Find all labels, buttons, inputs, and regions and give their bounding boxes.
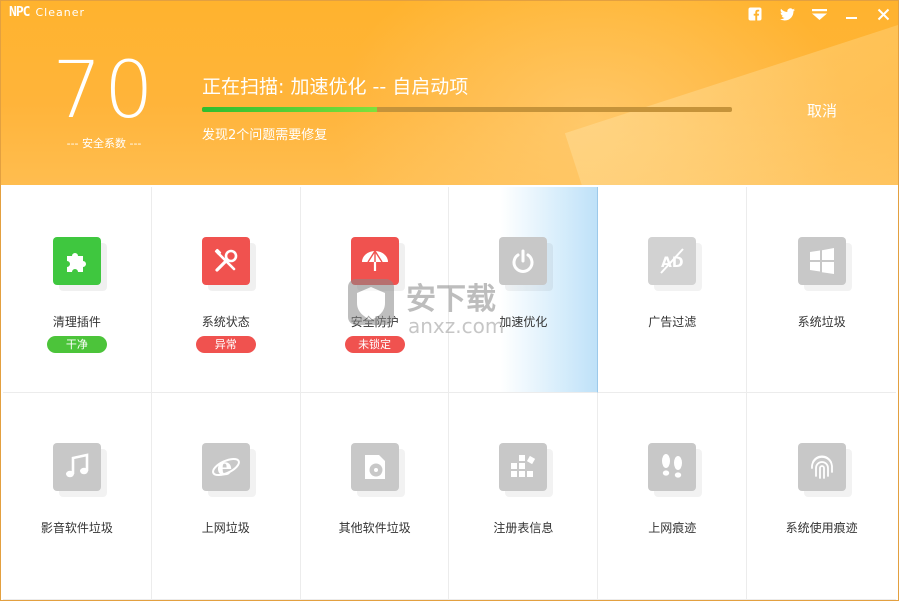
tile-other-software-junk[interactable]: 其他软件垃圾 xyxy=(300,393,450,600)
tile-label: 上网垃圾 xyxy=(201,521,250,535)
status-badge: 干净 xyxy=(46,336,107,353)
tile-label: 系统状态 xyxy=(201,315,250,329)
tile-security-protection[interactable]: 安全防护 未锁定 xyxy=(300,187,450,393)
scan-category-grid: 清理插件 干净 系统状态 异常 安全防护 未锁定 加速优化 AD 广告过滤 系统… xyxy=(3,187,896,600)
tile-clean-plugins[interactable]: 清理插件 干净 xyxy=(3,187,152,393)
disc-icon xyxy=(350,443,399,491)
status-badge: 未锁定 xyxy=(344,336,405,353)
header-banner: NPC Cleaner 70 --- 安全系数 --- 正在扫描: 加速优化 -- xyxy=(1,1,898,185)
scan-progress-fill xyxy=(202,107,377,112)
safety-score: 70 --- 安全系数 --- xyxy=(45,49,163,151)
minimize-icon[interactable] xyxy=(842,5,860,23)
tile-media-software-junk[interactable]: 影音软件垃圾 xyxy=(3,393,152,600)
tile-speed-optimization[interactable]: 加速优化 xyxy=(449,187,599,393)
tile-label: 影音软件垃圾 xyxy=(40,521,113,535)
tile-label: 广告过滤 xyxy=(648,315,697,329)
tile-system-status[interactable]: 系统状态 异常 xyxy=(151,187,301,393)
menu-icon[interactable] xyxy=(810,5,828,23)
tools-icon xyxy=(201,237,250,285)
scan-status-title: 正在扫描: 加速优化 -- 自启动项 xyxy=(202,76,469,98)
logo-mark: NPC xyxy=(9,5,31,20)
windows-icon xyxy=(797,237,846,285)
scan-progress-bar xyxy=(202,107,732,112)
fingerprint-icon xyxy=(797,443,846,491)
browser-icon: e xyxy=(201,443,250,491)
tile-ad-filter[interactable]: AD 广告过滤 xyxy=(598,187,748,393)
tile-label: 系统使用痕迹 xyxy=(785,521,858,535)
tile-registry-info[interactable]: 注册表信息 xyxy=(449,393,599,600)
tile-label: 加速优化 xyxy=(499,315,548,329)
safety-score-label: --- 安全系数 --- xyxy=(66,137,142,150)
umbrella-icon xyxy=(350,237,399,285)
tile-label: 其他软件垃圾 xyxy=(338,521,411,535)
registry-icon xyxy=(499,443,548,491)
twitter-icon[interactable] xyxy=(778,5,796,23)
svg-text:e: e xyxy=(217,453,232,481)
app-logo: NPC Cleaner xyxy=(9,5,85,20)
power-icon xyxy=(499,237,548,285)
status-badge: 异常 xyxy=(195,336,256,353)
tile-web-junk[interactable]: e 上网垃圾 xyxy=(151,393,301,600)
tile-label: 注册表信息 xyxy=(493,521,554,535)
cancel-button[interactable]: 取消 xyxy=(807,100,837,121)
app-window: NPC Cleaner 70 --- 安全系数 --- 正在扫描: 加速优化 -- xyxy=(0,0,899,601)
ad-block-icon: AD xyxy=(648,237,697,285)
tile-label: 清理插件 xyxy=(52,315,101,329)
scan-issues-found: 发现2个问题需要修复 xyxy=(202,128,328,143)
logo-text: Cleaner xyxy=(35,6,85,19)
tile-label: 安全防护 xyxy=(350,315,399,329)
tile-system-usage-traces[interactable]: 系统使用痕迹 xyxy=(747,393,896,600)
tile-web-traces[interactable]: 上网痕迹 xyxy=(598,393,748,600)
tile-label: 上网痕迹 xyxy=(648,521,697,535)
footprints-icon xyxy=(648,443,697,491)
music-icon xyxy=(52,443,101,491)
puzzle-icon xyxy=(52,237,101,285)
safety-score-value: 70 xyxy=(52,46,156,136)
facebook-icon[interactable] xyxy=(746,5,764,23)
close-icon[interactable] xyxy=(874,5,892,23)
tile-system-junk[interactable]: 系统垃圾 xyxy=(747,187,896,393)
tile-label: 系统垃圾 xyxy=(797,315,846,329)
title-bar-controls xyxy=(746,5,892,23)
